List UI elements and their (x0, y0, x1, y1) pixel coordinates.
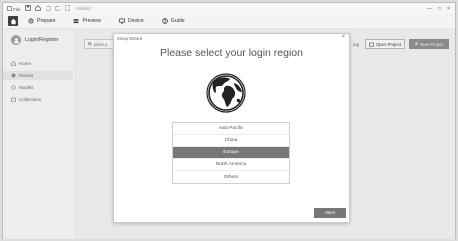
sidebar-item-label: Collections (19, 97, 42, 102)
document-icon (64, 5, 70, 12)
login-label: Login/Register (25, 37, 59, 43)
nav-prepare-label: Prepare (37, 18, 56, 24)
sidebar-item-label: Home (19, 61, 32, 66)
app-title: Untitled (75, 6, 91, 11)
next-button[interactable]: Next (314, 208, 346, 218)
window-controls: — □ × (427, 3, 450, 14)
region-others[interactable]: Others (173, 171, 289, 183)
layers-icon (74, 19, 79, 24)
dialog-title: Setup Wizard (117, 36, 143, 41)
sidebar-item-label: Models (19, 85, 34, 90)
menubar: Prepare Preview Device Guide (3, 14, 455, 29)
nav-guide-label: Guide (170, 18, 185, 24)
login-register[interactable]: Login/Register (11, 35, 58, 45)
globe-icon (206, 73, 246, 113)
undo-icon[interactable] (45, 5, 51, 12)
sidebar: Login/Register Home Recent Models Collec… (3, 29, 76, 239)
region-china[interactable]: China (173, 135, 289, 147)
file-menu[interactable]: File (7, 5, 21, 12)
nav-preview[interactable]: Preview (73, 18, 101, 24)
sidebar-item-models[interactable]: Models (3, 83, 73, 92)
home-small-icon[interactable] (34, 5, 41, 12)
cube-icon (11, 85, 16, 90)
monitor-icon (119, 18, 125, 24)
sidebar-item-collections[interactable]: Collections (3, 95, 73, 104)
sidebar-item-home[interactable]: Home (3, 59, 73, 68)
home-icon (10, 18, 16, 24)
nav-device[interactable]: Device (119, 18, 144, 24)
sidebar-item-label: Recent (19, 73, 34, 78)
clock-icon (11, 73, 16, 78)
help-icon (162, 18, 168, 24)
nav-device-label: Device (127, 18, 144, 24)
maximize-button[interactable]: □ (438, 6, 441, 12)
close-window-button[interactable]: × (447, 6, 450, 12)
folder-icon (11, 97, 16, 102)
redo-icon[interactable] (54, 5, 61, 12)
main-nav: Prepare Preview Device Guide (28, 14, 185, 28)
region-europe[interactable]: Europe (173, 147, 289, 159)
gear-icon (28, 18, 34, 24)
avatar (11, 35, 21, 45)
nav-preview-label: Preview (82, 18, 101, 24)
minimize-button[interactable]: — (427, 6, 432, 12)
home-button[interactable] (8, 16, 18, 26)
save-icon[interactable] (24, 5, 31, 12)
user-icon (13, 37, 19, 43)
setup-wizard-dialog: Setup Wizard × Please select your login … (113, 33, 350, 223)
region-list: Asia Pacific China Europe North America … (172, 122, 290, 184)
file-label: File (13, 6, 21, 12)
dialog-close-button[interactable]: × (341, 34, 345, 40)
home-icon (11, 61, 16, 66)
region-north-america[interactable]: North America (173, 159, 289, 171)
nav-prepare[interactable]: Prepare (28, 18, 55, 24)
sidebar-item-recent[interactable]: Recent (3, 71, 73, 80)
titlebar-left: File Untitled (7, 3, 91, 14)
dialog-heading: Please select your login region (159, 47, 303, 59)
region-asia-pacific[interactable]: Asia Pacific (173, 123, 289, 135)
file-icon (7, 5, 12, 11)
nav-guide[interactable]: Guide (162, 18, 185, 24)
